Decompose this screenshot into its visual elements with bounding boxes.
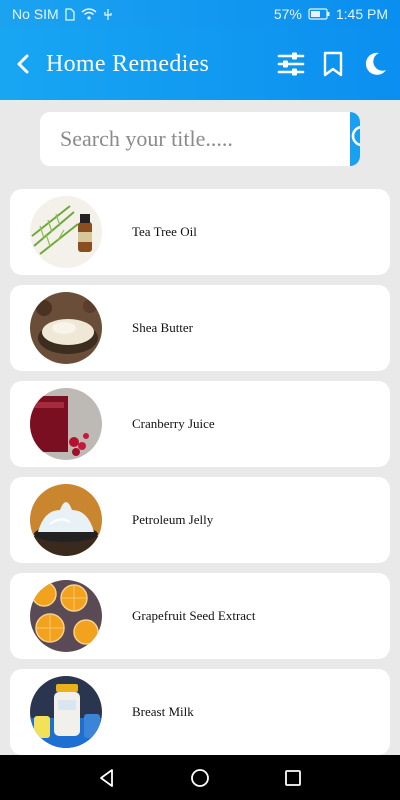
remedy-title: Grapefruit Seed Extract [132, 608, 256, 623]
list-item-tea-tree-oil[interactable]: Tea Tree Oil [10, 189, 390, 275]
status-bar: No SIM 57% 1:45 PM [0, 0, 400, 28]
nav-recents-button[interactable] [273, 758, 313, 798]
sim-icon [65, 7, 75, 21]
bookmark-button[interactable] [318, 44, 348, 84]
circle-home-icon [191, 768, 209, 787]
nav-home-button[interactable] [180, 758, 220, 798]
remedy-title: Tea Tree Oil [132, 224, 197, 239]
remedy-title: Shea Butter [132, 320, 194, 335]
filter-button[interactable] [276, 44, 306, 84]
breast-milk-image [30, 676, 102, 748]
bookmark-icon [323, 51, 343, 77]
back-arrow-icon [17, 54, 29, 74]
search-input[interactable] [40, 112, 350, 166]
search-bar [40, 112, 360, 166]
app-bar: Home Remedies [0, 28, 400, 100]
filter-sliders-icon [277, 52, 305, 76]
remedy-title: Cranberry Juice [132, 416, 215, 431]
cranberry-juice-image [30, 388, 102, 460]
tea-tree-oil-image [30, 196, 102, 268]
page-title: Home Remedies [46, 50, 210, 77]
system-nav-bar [0, 755, 400, 800]
petroleum-jelly-image [30, 484, 102, 556]
usb-icon [103, 8, 113, 21]
back-button[interactable] [6, 44, 40, 84]
wifi-icon [81, 8, 97, 20]
list-item-breast-milk[interactable]: Breast Milk [10, 669, 390, 755]
search-icon [351, 125, 360, 147]
battery-percent: 57% [273, 6, 302, 22]
shea-butter-image [30, 292, 102, 364]
list-item-grapefruit-seed-extract[interactable]: Grapefruit Seed Extract [10, 573, 390, 659]
triangle-back-icon [99, 768, 113, 787]
night-mode-button[interactable] [360, 44, 390, 84]
clock-time: 1:45 PM [335, 6, 388, 22]
list-item-cranberry-juice[interactable]: Cranberry Juice [10, 381, 390, 467]
remedy-title: Petroleum Jelly [132, 512, 214, 527]
search-button[interactable] [350, 112, 360, 166]
carrier-text: No SIM [12, 6, 59, 22]
remedies-list: Tea Tree Oil Shea Butter Cranberry Juice [10, 189, 390, 765]
nav-back-button[interactable] [87, 758, 127, 798]
square-recents-icon [285, 769, 302, 786]
grapefruit-seed-extract-image [30, 580, 102, 652]
list-item-petroleum-jelly[interactable]: Petroleum Jelly [10, 477, 390, 563]
moon-icon [365, 52, 386, 75]
battery-icon [308, 8, 330, 20]
remedy-title: Breast Milk [132, 704, 194, 719]
list-item-shea-butter[interactable]: Shea Butter [10, 285, 390, 371]
